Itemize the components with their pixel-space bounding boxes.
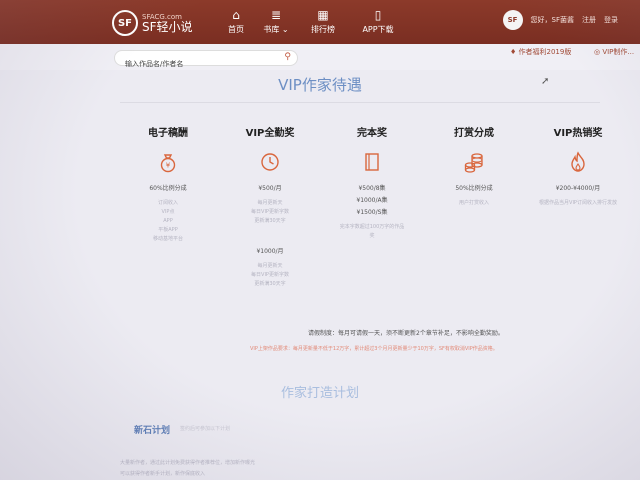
- logo-name: SF轻小说: [142, 19, 193, 34]
- benefit-title: 电子稿酬: [148, 128, 188, 139]
- library-icon: ≣: [270, 8, 282, 22]
- nav-app-label: APP下载: [362, 25, 394, 34]
- benefit-details: 订阅收入 VIP点 APP 平板APP 移动基地平台: [116, 199, 220, 244]
- benefit-details: 完本字数超过100万字的作品 奖: [320, 223, 424, 241]
- logo-badge: SF: [112, 10, 138, 36]
- benefit-details: 每月更新天 每日VIP更新字数 更新满30天字: [218, 199, 322, 226]
- benefit-detail: 每日VIP更新字数: [251, 272, 289, 278]
- register-link[interactable]: 注册: [582, 15, 596, 25]
- benefit-title: VIP全勤奖: [245, 128, 295, 139]
- nav-home[interactable]: ⌂ 首页: [216, 8, 256, 35]
- nav-ranking-label: 排行榜: [311, 25, 335, 34]
- benefit-values: ¥500/8集 ¥1000/A集 ¥1500/S集: [320, 183, 424, 219]
- nav-home-label: 首页: [228, 25, 244, 34]
- benefit-detail: 每日VIP更新字数: [251, 209, 289, 215]
- plan-description: 可以获得作者新手计划，新作保底收入: [120, 471, 206, 477]
- benefit-details: 根据作品当月VIP订阅收入排行发放: [526, 199, 630, 208]
- benefit-details: 用户打赏收入: [422, 199, 526, 208]
- logo-text: SFACG.com SF轻小说: [142, 13, 193, 34]
- nav-library[interactable]: ≣ 书库 ⌄: [256, 8, 296, 35]
- nav-library-label: 书库 ⌄: [263, 25, 289, 34]
- user-area: SF 您好，SF菌酱 注册 登录: [502, 10, 618, 30]
- money-bag-icon: ¥: [160, 154, 176, 173]
- benefit-detail: 完本字数超过100万字的作品: [339, 224, 405, 230]
- search-box: ⚲: [114, 50, 298, 71]
- top-navbar: SF SFACG.com SF轻小说 ⌂ 首页 ≣ 书库 ⌄ ▦ 排行榜 ▯ A…: [0, 0, 640, 44]
- login-link[interactable]: 登录: [604, 15, 618, 25]
- benefit-title: 打赏分成: [454, 128, 494, 139]
- benefit-ebook-royalty: 电子稿酬 ¥ 60%比例分成 订阅收入 VIP点 APP 平板APP 移动基地平…: [116, 124, 220, 244]
- newbie-plan-subtitle: 签约后可参加以下计划: [180, 426, 231, 432]
- benefit-detail: 每月更新天: [257, 200, 283, 206]
- phone-icon: ▯: [374, 8, 382, 22]
- mouse-cursor-icon: ➚: [541, 76, 550, 87]
- divider: [120, 102, 600, 103]
- ranking-icon: ▦: [317, 8, 329, 22]
- benefit-value: ¥500/8集: [358, 185, 386, 192]
- benefit-detail: 奖: [369, 233, 375, 239]
- benefit-value: ¥500/月: [258, 185, 282, 192]
- avatar[interactable]: SF: [502, 10, 523, 30]
- benefit-detail: APP: [163, 218, 173, 224]
- search-icon[interactable]: ⚲: [284, 52, 291, 62]
- benefit-value: ¥200-¥4000/月: [555, 185, 601, 192]
- flame-icon: [571, 151, 585, 172]
- user-greeting[interactable]: 您好，SF菌酱: [531, 15, 574, 25]
- benefit-value: ¥1000/A集: [356, 197, 388, 204]
- benefit-detail: 平板APP: [158, 227, 178, 233]
- search-input[interactable]: [115, 57, 275, 71]
- benefit-tip-share: 打赏分成 50%比例分成 用户打赏收入: [422, 124, 526, 208]
- benefit-title: 完本奖: [357, 128, 387, 139]
- leave-policy-note: 请假制度：每月可请假一天，须不断更新2个章节补足，不影响全勤奖励。: [308, 330, 504, 337]
- svg-text:¥: ¥: [166, 162, 171, 170]
- benefit-detail: 移动基地平台: [152, 236, 183, 242]
- benefit-detail: VIP点: [161, 209, 175, 215]
- benefit-detail: 更新满30天字: [254, 281, 286, 287]
- vip-link[interactable]: ◎ VIP制作...: [594, 47, 634, 57]
- benefit-title: VIP热销奖: [553, 128, 603, 139]
- coins-icon: [464, 153, 483, 173]
- plan-description: 大量新作者，通过此计划免费获得作者推荐位，增加新作曝光: [120, 460, 256, 466]
- clock-icon: [261, 153, 279, 171]
- home-icon: ⌂: [232, 8, 240, 22]
- author-welfare-link[interactable]: ♦ 作者福利2019版: [510, 47, 571, 57]
- benefit-value: ¥1500/S集: [356, 209, 388, 216]
- benefit-details-tier2: 每月更新天 每日VIP更新字数 更新满30天字: [218, 262, 322, 289]
- benefit-value: 60%比例分成: [149, 185, 187, 192]
- benefit-vip-bestseller: VIP热销奖 ¥200-¥4000/月 根据作品当月VIP订阅收入排行发放: [526, 124, 630, 208]
- benefit-value: 50%比例分成: [455, 185, 493, 192]
- benefit-detail: 每月更新天: [257, 263, 283, 269]
- site-logo[interactable]: SF SFACG.com SF轻小说: [112, 10, 193, 36]
- benefit-detail: 更新满30天字: [254, 218, 286, 224]
- nav-app-download[interactable]: ▯ APP下载: [358, 8, 398, 35]
- benefit-value-tier2: ¥1000/月: [256, 248, 284, 255]
- book-icon: [365, 153, 379, 171]
- newbie-plan-title: 新石计划: [134, 426, 171, 436]
- benefit-vip-attendance: VIP全勤奖 ¥500/月 每月更新天 每日VIP更新字数 更新满30天字 ¥1…: [218, 124, 322, 289]
- vip-requirement-note: VIP上架作品要求：每月更新量不低于12万字，累计超过3个月月更新量少于10万字…: [250, 346, 498, 352]
- benefit-detail: 订阅收入: [157, 200, 178, 206]
- section-title-plan: 作家打造计划: [280, 386, 359, 401]
- benefit-detail: 用户打赏收入: [458, 200, 489, 206]
- benefit-detail: 根据作品当月VIP订阅收入排行发放: [539, 200, 617, 206]
- benefit-completion-award: 完本奖 ¥500/8集 ¥1000/A集 ¥1500/S集 完本字数超过100万…: [320, 124, 424, 241]
- nav-ranking[interactable]: ▦ 排行榜: [303, 8, 343, 35]
